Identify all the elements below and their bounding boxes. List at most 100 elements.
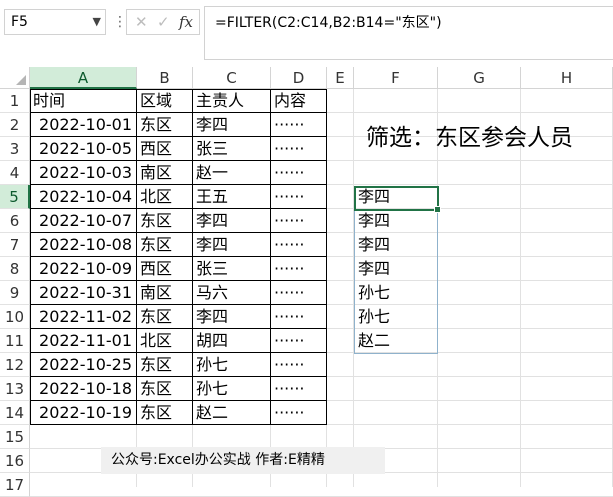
cell-content[interactable]: ······ bbox=[271, 257, 327, 281]
cell-content[interactable]: ······ bbox=[271, 161, 327, 185]
column-header-a[interactable]: A bbox=[30, 67, 137, 89]
header-cell-owner[interactable]: 主责人 bbox=[193, 89, 271, 113]
row-header-6[interactable]: 6 bbox=[0, 209, 30, 233]
filter-result-cell[interactable]: 李四 bbox=[355, 209, 437, 233]
column-header-d[interactable]: D bbox=[271, 67, 327, 89]
column-header-e[interactable]: E bbox=[327, 67, 354, 89]
cell-owner[interactable]: 马六 bbox=[193, 281, 271, 305]
cell-owner[interactable]: 孙七 bbox=[193, 353, 271, 377]
column-header-h[interactable]: H bbox=[521, 67, 613, 89]
function-icon[interactable]: fx bbox=[179, 10, 193, 34]
cell-region[interactable]: 南区 bbox=[137, 281, 193, 305]
gridline bbox=[327, 424, 613, 425]
cell-owner[interactable]: 李四 bbox=[193, 305, 271, 329]
row-header-1[interactable]: 1 bbox=[0, 89, 30, 113]
cell-region[interactable]: 东区 bbox=[137, 233, 193, 257]
cell-date[interactable]: 2022-10-01 bbox=[30, 113, 137, 137]
cell-region[interactable]: 北区 bbox=[137, 185, 193, 209]
cell-date[interactable]: 2022-10-05 bbox=[30, 137, 137, 161]
cancel-icon[interactable]: ✕ bbox=[135, 10, 148, 34]
cell-date[interactable]: 2022-10-09 bbox=[30, 257, 137, 281]
active-cell-selection[interactable] bbox=[354, 186, 441, 213]
row-header-15[interactable]: 15 bbox=[0, 425, 30, 449]
cell-content[interactable]: ······ bbox=[271, 137, 327, 161]
cell-owner[interactable]: 胡四 bbox=[193, 329, 271, 353]
cell-region[interactable]: 东区 bbox=[137, 305, 193, 329]
column-header-g[interactable]: G bbox=[438, 67, 521, 89]
row-header-16[interactable]: 16 bbox=[0, 449, 30, 473]
cell-date[interactable]: 2022-10-08 bbox=[30, 233, 137, 257]
cell-date[interactable]: 2022-10-04 bbox=[30, 185, 137, 209]
row-header-9[interactable]: 9 bbox=[0, 281, 30, 305]
row-header-8[interactable]: 8 bbox=[0, 257, 30, 281]
cell-region[interactable]: 东区 bbox=[137, 209, 193, 233]
row-header-7[interactable]: 7 bbox=[0, 233, 30, 257]
cell-region[interactable]: 东区 bbox=[137, 113, 193, 137]
cell-region[interactable]: 西区 bbox=[137, 137, 193, 161]
row-header-17[interactable]: 17 bbox=[0, 473, 30, 497]
cell-content[interactable]: ······ bbox=[271, 329, 327, 353]
row-header-12[interactable]: 12 bbox=[0, 353, 30, 377]
cell-owner[interactable]: 赵一 bbox=[193, 161, 271, 185]
formula-input[interactable]: =FILTER(C2:C14,B2:B14="东区") bbox=[204, 6, 613, 60]
header-cell-region[interactable]: 区域 bbox=[137, 89, 193, 113]
cell-content[interactable]: ······ bbox=[271, 185, 327, 209]
cell-content[interactable]: ······ bbox=[271, 113, 327, 137]
cell-date[interactable]: 2022-10-03 bbox=[30, 161, 137, 185]
filter-result-cell[interactable]: 李四 bbox=[355, 257, 437, 281]
cell-date[interactable]: 2022-10-18 bbox=[30, 377, 137, 401]
cell-content[interactable]: ······ bbox=[271, 353, 327, 377]
filter-result-cell[interactable]: 李四 bbox=[355, 233, 437, 257]
row-header-2[interactable]: 2 bbox=[0, 113, 30, 137]
gridline bbox=[327, 400, 613, 401]
cell-owner[interactable]: 李四 bbox=[193, 233, 271, 257]
cell-owner[interactable]: 李四 bbox=[193, 209, 271, 233]
cell-owner[interactable]: 张三 bbox=[193, 137, 271, 161]
row-header-11[interactable]: 11 bbox=[0, 329, 30, 353]
cell-region[interactable]: 东区 bbox=[137, 377, 193, 401]
cell-date[interactable]: 2022-10-25 bbox=[30, 353, 137, 377]
column-header-b[interactable]: B bbox=[137, 67, 193, 89]
select-all-button[interactable] bbox=[0, 67, 30, 89]
row-header-10[interactable]: 10 bbox=[0, 305, 30, 329]
cell-content[interactable]: ······ bbox=[271, 233, 327, 257]
gridline bbox=[327, 112, 613, 113]
cell-region[interactable]: 北区 bbox=[137, 329, 193, 353]
enter-icon[interactable]: ✓ bbox=[157, 10, 170, 34]
column-header-f[interactable]: F bbox=[354, 67, 438, 89]
name-box-value: F5 bbox=[11, 14, 28, 30]
cell-date[interactable]: 2022-11-01 bbox=[30, 329, 137, 353]
cell-region[interactable]: 东区 bbox=[137, 401, 193, 425]
cell-date[interactable]: 2022-10-31 bbox=[30, 281, 137, 305]
row-header-13[interactable]: 13 bbox=[0, 377, 30, 401]
chevron-down-icon[interactable]: ▼ bbox=[93, 10, 101, 34]
row-header-3[interactable]: 3 bbox=[0, 137, 30, 161]
cell-owner[interactable]: 赵二 bbox=[193, 401, 271, 425]
cell-owner[interactable]: 张三 bbox=[193, 257, 271, 281]
row-header-4[interactable]: 4 bbox=[0, 161, 30, 185]
cell-date[interactable]: 2022-11-02 bbox=[30, 305, 137, 329]
cell-date[interactable]: 2022-10-07 bbox=[30, 209, 137, 233]
cell-owner[interactable]: 孙七 bbox=[193, 377, 271, 401]
cell-region[interactable]: 东区 bbox=[137, 353, 193, 377]
cell-region[interactable]: 南区 bbox=[137, 161, 193, 185]
column-header-c[interactable]: C bbox=[193, 67, 271, 89]
row-header-14[interactable]: 14 bbox=[0, 401, 30, 425]
filter-result-cell[interactable]: 孙七 bbox=[355, 305, 437, 329]
cell-owner[interactable]: 李四 bbox=[193, 113, 271, 137]
cell-content[interactable]: ······ bbox=[271, 281, 327, 305]
header-cell-content[interactable]: 内容 bbox=[271, 89, 327, 113]
cell-date[interactable]: 2022-10-19 bbox=[30, 401, 137, 425]
cell-owner[interactable]: 王五 bbox=[193, 185, 271, 209]
cell-region[interactable]: 西区 bbox=[137, 257, 193, 281]
filter-result-cell[interactable]: 孙七 bbox=[355, 281, 437, 305]
cell-content[interactable]: ······ bbox=[271, 209, 327, 233]
name-box[interactable]: F5 ▼ bbox=[4, 9, 106, 35]
header-cell-time[interactable]: 时间 bbox=[30, 89, 137, 113]
cell-content[interactable]: ······ bbox=[271, 377, 327, 401]
row-header-5[interactable]: 5 bbox=[0, 185, 30, 209]
cell-content[interactable]: ······ bbox=[271, 401, 327, 425]
filter-result-cell[interactable]: 赵二 bbox=[355, 329, 437, 353]
cell-content[interactable]: ······ bbox=[271, 305, 327, 329]
more-options-icon[interactable]: ⋮ bbox=[113, 12, 127, 32]
